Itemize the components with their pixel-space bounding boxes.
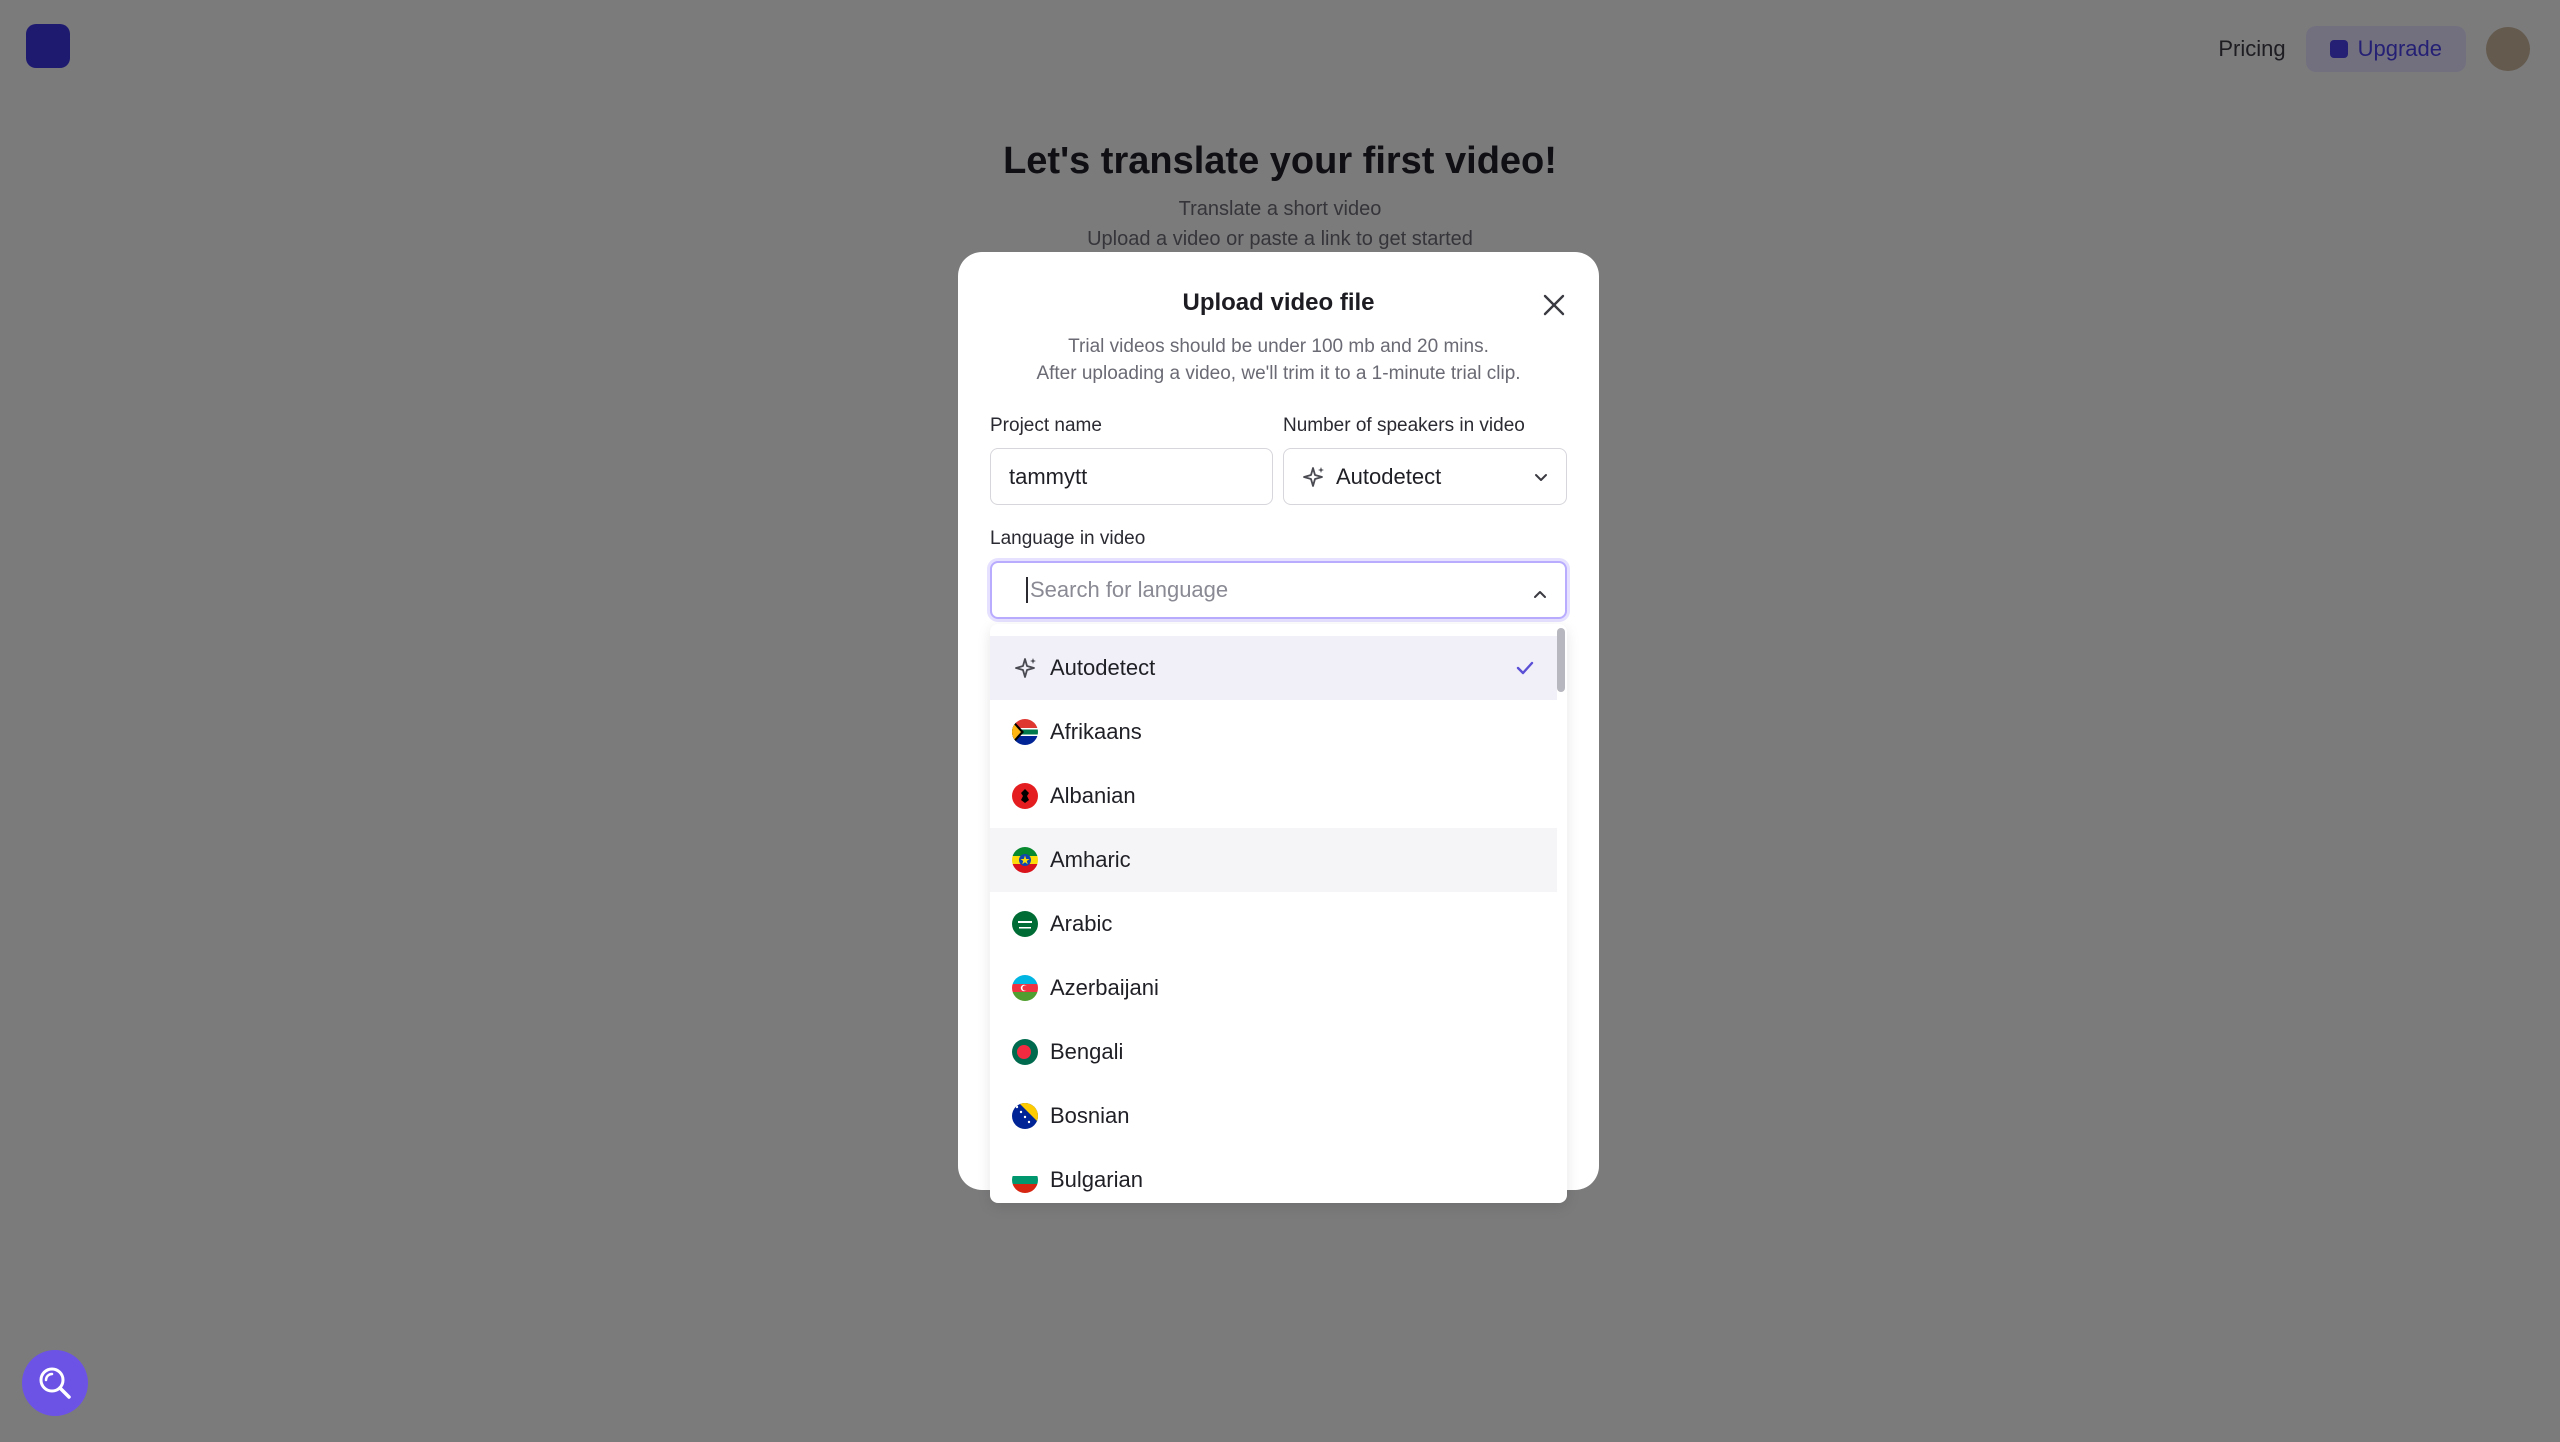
modal-description: Trial videos should be under 100 mb and … bbox=[958, 333, 1599, 387]
language-option-bulgarian[interactable]: Bulgarian bbox=[990, 1148, 1557, 1203]
language-option-afrikaans[interactable]: Afrikaans bbox=[990, 700, 1557, 764]
speakers-select[interactable]: Autodetect bbox=[1283, 448, 1567, 505]
sparkle-icon bbox=[1303, 466, 1324, 487]
language-option-label: Bulgarian bbox=[1050, 1167, 1143, 1192]
language-option-label: Albanian bbox=[1050, 783, 1136, 808]
text-caret bbox=[1026, 577, 1028, 603]
project-name-label: Project name bbox=[990, 415, 1102, 436]
language-option-amharic[interactable]: Amharic bbox=[990, 828, 1557, 892]
modal-title: Upload video file bbox=[1182, 289, 1375, 316]
language-search-input[interactable]: Search for language bbox=[990, 561, 1567, 619]
checkmark-icon bbox=[1516, 661, 1534, 675]
language-option-albanian[interactable]: Albanian bbox=[990, 764, 1557, 828]
language-option-bengali[interactable]: Bengali bbox=[990, 1020, 1557, 1084]
dropdown-scrollbar[interactable] bbox=[1557, 628, 1565, 692]
close-icon bbox=[1543, 294, 1565, 316]
speakers-value: Autodetect bbox=[1336, 463, 1442, 489]
description-line-1: Trial videos should be under 100 mb and … bbox=[1068, 336, 1489, 357]
language-option-label: Amharic bbox=[1050, 847, 1131, 872]
project-name-input[interactable]: tammytt bbox=[990, 448, 1273, 505]
chevron-up-icon[interactable] bbox=[1531, 585, 1549, 603]
language-option-label: Azerbaijani bbox=[1050, 975, 1159, 1000]
speakers-label: Number of speakers in video bbox=[1283, 415, 1525, 436]
language-option-bosnian[interactable]: Bosnian bbox=[990, 1084, 1557, 1148]
flag-bangladesh-icon bbox=[1012, 1039, 1038, 1065]
chevron-down-icon bbox=[1535, 474, 1547, 481]
language-option-label: Autodetect bbox=[1050, 655, 1156, 680]
flag-south-africa-icon bbox=[1012, 719, 1038, 745]
flag-ethiopia-icon bbox=[1012, 847, 1038, 873]
language-option-azerbaijani[interactable]: Azerbaijani bbox=[990, 956, 1557, 1020]
close-button[interactable] bbox=[1539, 290, 1569, 320]
language-option-arabic[interactable]: Arabic bbox=[990, 892, 1557, 956]
language-option-label: Afrikaans bbox=[1050, 719, 1142, 744]
flag-bosnia-icon bbox=[1012, 1103, 1038, 1129]
language-search-placeholder: Search for language bbox=[1030, 577, 1229, 602]
project-name-value: tammytt bbox=[1009, 463, 1088, 489]
language-dropdown-list[interactable]: Autodetect Afrikaans Albanian Amharic Ar… bbox=[990, 624, 1567, 1203]
flag-saudi-arabia-icon bbox=[1012, 911, 1038, 937]
language-option-label: Bosnian bbox=[1050, 1103, 1130, 1128]
language-option-autodetect[interactable]: Autodetect bbox=[990, 636, 1557, 700]
sparkle-icon bbox=[1015, 658, 1036, 678]
language-option-label: Arabic bbox=[1050, 911, 1113, 936]
flag-albania-icon bbox=[1012, 783, 1038, 809]
help-search-button[interactable] bbox=[22, 1350, 88, 1416]
description-line-2: After uploading a video, we'll trim it t… bbox=[1036, 363, 1521, 384]
language-option-label: Bengali bbox=[1050, 1039, 1124, 1064]
flag-bulgaria-icon bbox=[1012, 1167, 1038, 1193]
search-icon bbox=[39, 1367, 71, 1399]
flag-azerbaijan-icon bbox=[1012, 975, 1038, 1001]
language-label: Language in video bbox=[990, 528, 1146, 549]
